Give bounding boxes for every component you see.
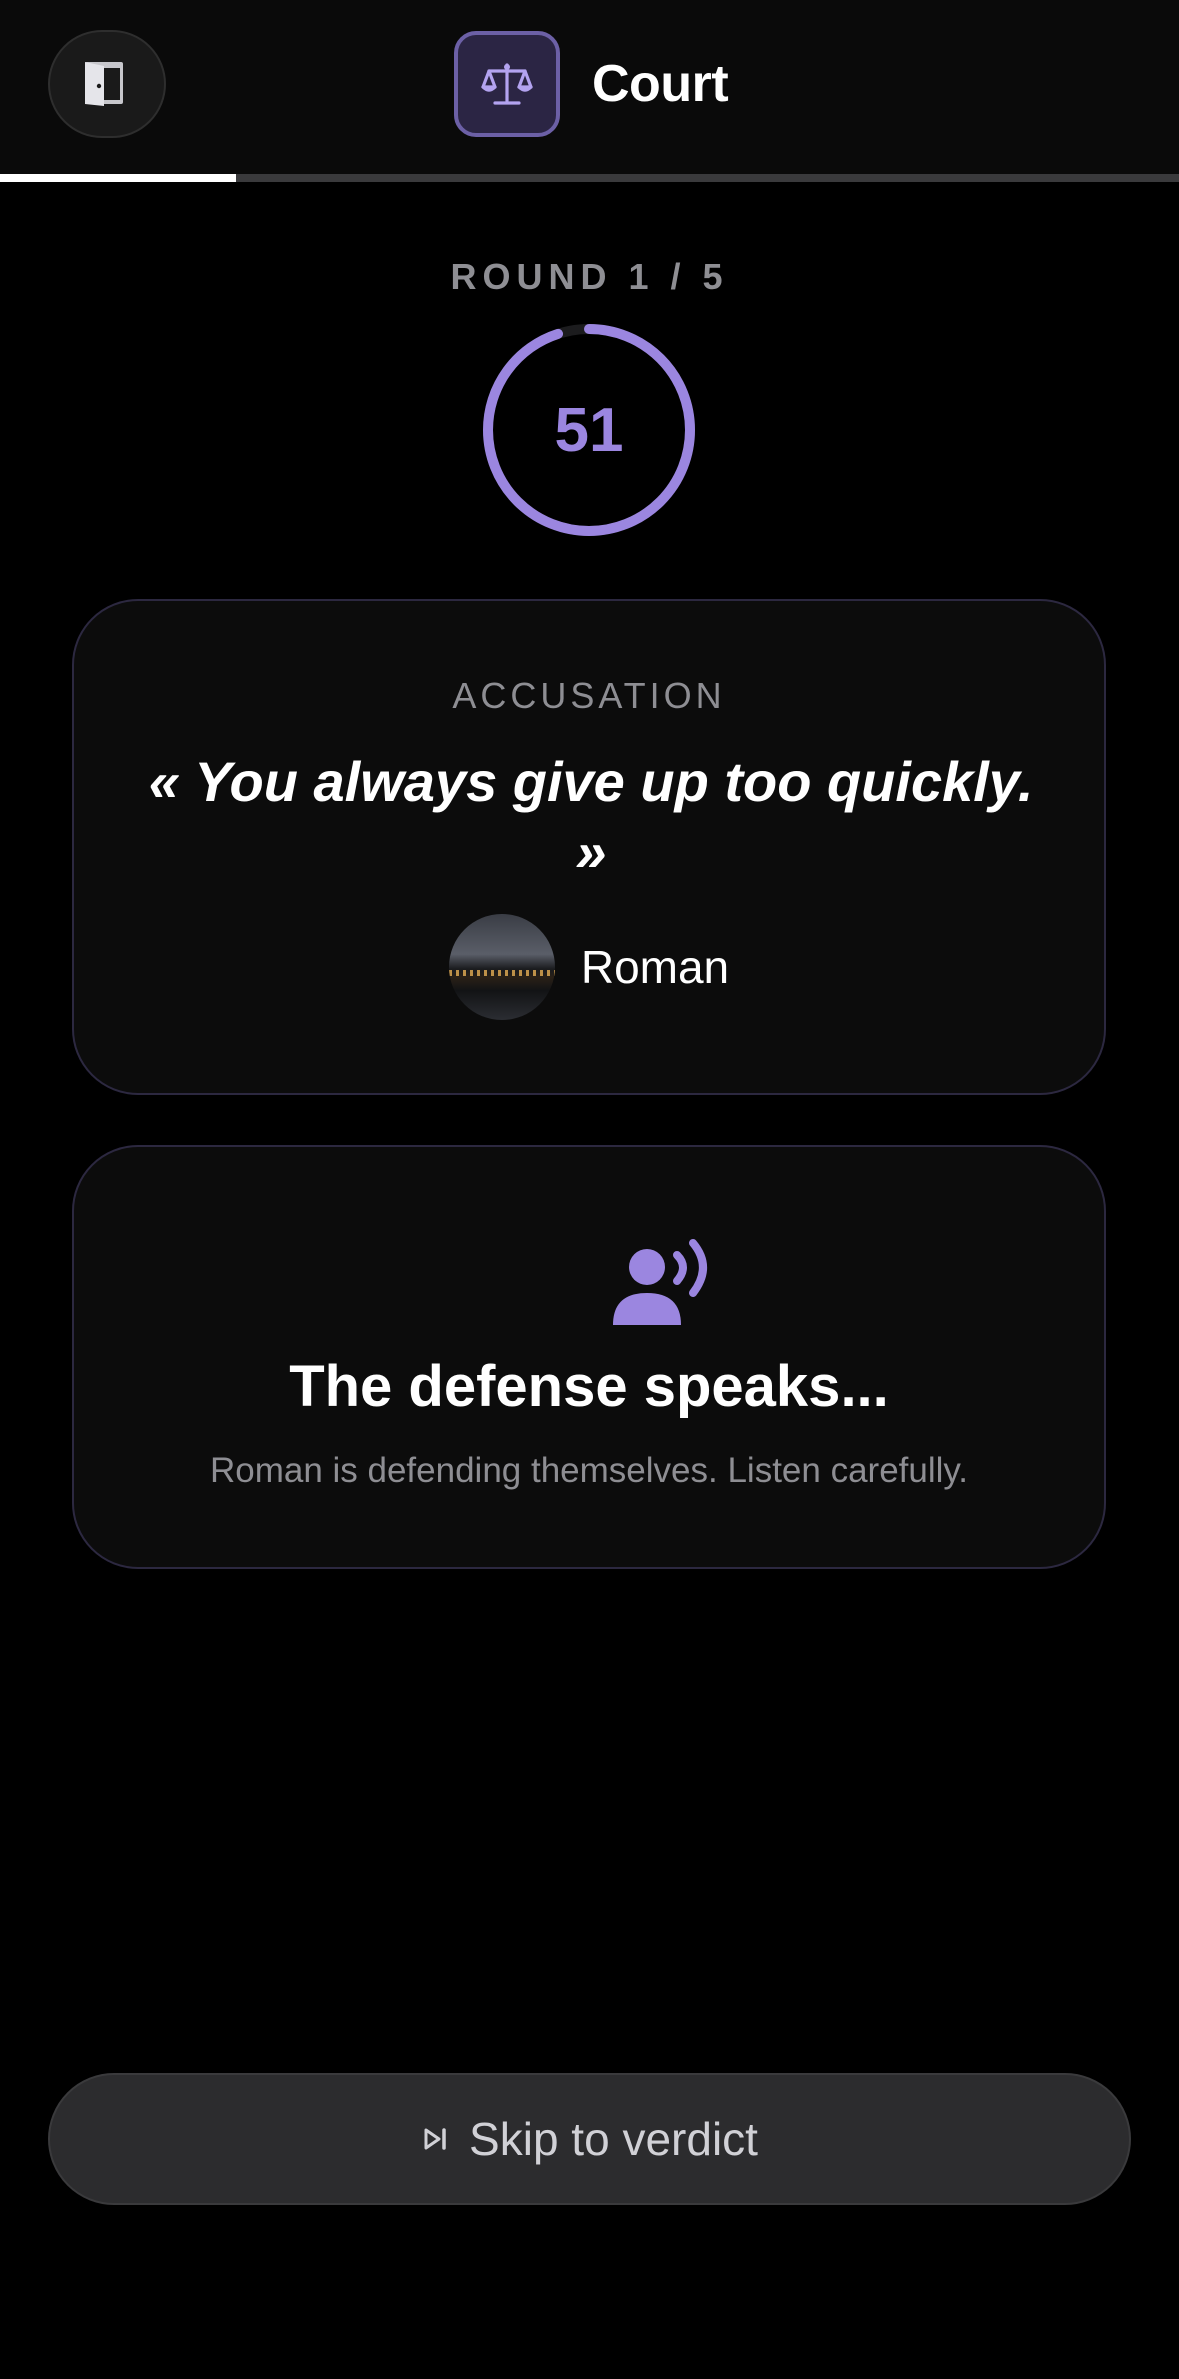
defense-description: Roman is defending themselves. Listen ca… xyxy=(209,1451,969,1490)
court-logo xyxy=(454,31,560,137)
timer-value: 51 xyxy=(554,395,624,465)
accusation-label: ACCUSATION xyxy=(452,675,726,716)
author-name: Roman xyxy=(580,941,730,993)
accusation-quote: « You always give up too quickly. » xyxy=(148,750,1034,883)
countdown-timer: 51 xyxy=(479,320,699,540)
person-speaking-icon xyxy=(613,1239,707,1325)
skip-button-label: Skip to verdict xyxy=(469,2113,758,2165)
door-exit-icon xyxy=(85,62,123,106)
court-screen: Court ROUND 1 / 5 51 ACCUSATION « You al… xyxy=(0,0,1179,2379)
skip-forward-icon xyxy=(424,2128,446,2150)
app-title: Court xyxy=(592,55,729,113)
round-label: ROUND 1 / 5 xyxy=(450,256,729,297)
exit-button[interactable] xyxy=(48,30,166,138)
accusation-author: Roman xyxy=(74,913,1104,1021)
scale-balance-icon xyxy=(481,63,533,105)
defense-card: The defense speaks... Roman is defending… xyxy=(72,1145,1106,1569)
defense-title: The defense speaks... xyxy=(289,1354,889,1419)
round-progress-fill xyxy=(0,174,236,182)
avatar xyxy=(448,914,555,1020)
title-group: Court xyxy=(454,30,729,138)
accusation-card: ACCUSATION « You always give up too quic… xyxy=(72,599,1106,1095)
skip-to-verdict-button[interactable]: Skip to verdict xyxy=(48,2073,1131,2205)
round-progress-bar xyxy=(0,174,1179,182)
top-bar: Court xyxy=(0,0,1179,182)
